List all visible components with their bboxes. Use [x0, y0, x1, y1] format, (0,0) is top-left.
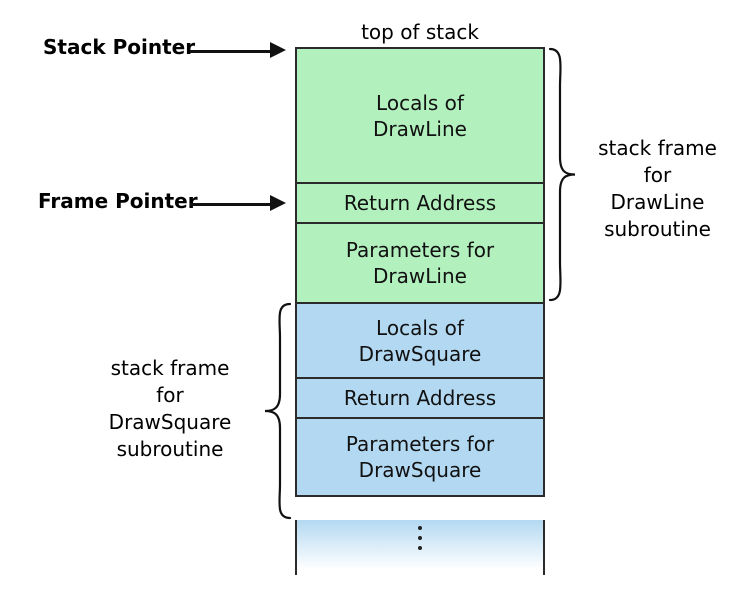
cell-drawline-locals: Locals ofDrawLine: [295, 47, 545, 182]
stack-pointer-label: Stack Pointer: [43, 35, 195, 59]
cell-drawsquare-locals: Locals ofDrawSquare: [295, 302, 545, 377]
frame-pointer-label: Frame Pointer: [38, 189, 198, 213]
frame-pointer-arrow: [190, 198, 290, 214]
caption-drawsquare-line1: stack frame: [80, 355, 260, 382]
caption-drawline: stack frame for DrawLine subroutine: [580, 135, 735, 243]
stack-column: Locals ofDrawLine Return Address Paramet…: [295, 47, 545, 497]
caption-drawsquare: stack frame for DrawSquare subroutine: [80, 355, 260, 463]
cell-drawsquare-params: Parameters forDrawSquare: [295, 417, 545, 497]
brace-drawline: [548, 47, 578, 302]
cell-drawsquare-return: Return Address: [295, 377, 545, 417]
cell-drawline-params: Parameters forDrawLine: [295, 222, 545, 302]
caption-drawline-line1: stack frame: [580, 135, 735, 162]
caption-drawsquare-line4: subroutine: [80, 436, 260, 463]
stack-fade: [295, 520, 545, 575]
caption-drawline-line4: subroutine: [580, 216, 735, 243]
vertical-dots-icon: [297, 526, 543, 550]
caption-drawline-line3: DrawLine: [580, 189, 735, 216]
stack-pointer-arrow: [190, 45, 290, 61]
call-stack-diagram: top of stack Stack Pointer Frame Pointer…: [0, 0, 750, 597]
caption-drawsquare-line3: DrawSquare: [80, 409, 260, 436]
caption-drawsquare-line2: for: [80, 382, 260, 409]
cell-drawline-return: Return Address: [295, 182, 545, 222]
caption-drawline-line2: for: [580, 162, 735, 189]
top-of-stack-label: top of stack: [295, 20, 545, 44]
brace-drawsquare: [262, 302, 292, 520]
